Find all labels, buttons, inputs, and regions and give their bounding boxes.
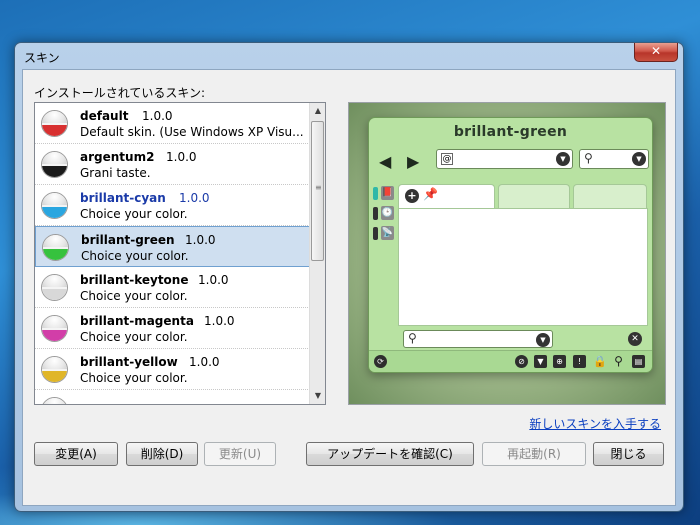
preview-title: brillant-green: [453, 124, 568, 140]
book-icon: 📕: [381, 186, 394, 200]
skin-orb-icon: [42, 234, 69, 261]
skin-orb-icon: [41, 397, 68, 404]
skin-version: 1.0.0: [166, 150, 197, 164]
search-icon: ⚲: [584, 151, 593, 165]
skin-version: 1.0.0: [189, 355, 220, 369]
preview-tab-active: + 📌: [398, 184, 495, 208]
preview-content-area: [398, 208, 648, 326]
refresh-icon: ⟳: [374, 355, 387, 368]
skin-list-item[interactable]: argentum2 1.0.0 Grani taste.: [35, 144, 310, 185]
skin-list-item[interactable]: brillant-yellow 1.0.0 Choice your color.: [35, 349, 310, 390]
preview-find-box: ⚲ ▼: [403, 330, 553, 348]
skin-list-item[interactable]: brillant-keytone 1.0.0 Choice your color…: [35, 267, 310, 308]
zoom-icon: ⚲: [614, 354, 623, 368]
lock-icon: 🔒: [593, 355, 607, 368]
skin-description: Choice your color.: [80, 289, 188, 303]
skin-preview: brillant-green ◀ ▶ @ ▼ ⚲ ▼ 📕 🕒 📡 + 📌 ⚲ ▼…: [348, 102, 666, 405]
skin-orb-icon: [41, 356, 68, 383]
skin-orb-icon: [41, 274, 68, 301]
skin-name: default: [80, 109, 129, 123]
preview-address-box: @ ▼: [436, 149, 573, 169]
side-feeds: 📡: [373, 226, 395, 241]
skin-orb-icon: [41, 192, 68, 219]
plus-icon: +: [405, 189, 419, 203]
skin-list-item[interactable]: default 1.0.0 Default skin. (Use Windows…: [35, 103, 310, 144]
skin-list[interactable]: default 1.0.0 Default skin. (Use Windows…: [34, 102, 326, 405]
side-history: 🕒: [373, 206, 395, 221]
forward-arrow-icon: ▶: [407, 152, 420, 171]
skin-description: Choice your color.: [80, 371, 188, 385]
skin-version: 1.0.0: [185, 233, 216, 247]
shield-plus-icon: ⊕: [553, 355, 566, 368]
skin-version: 1.0.0: [142, 109, 173, 123]
dropdown-icon: ▼: [556, 152, 570, 166]
skin-name: brillant-yellow: [80, 355, 178, 369]
skin-name: brillant-magenta: [80, 314, 194, 328]
skin-version: 1.0.0: [198, 273, 229, 287]
scroll-down-arrow-icon[interactable]: ▼: [310, 388, 325, 404]
close-button[interactable]: ✕: [634, 43, 678, 62]
skin-description: Default skin. (Use Windows XP Visu...: [80, 125, 304, 139]
side-bookmark: 📕: [373, 186, 395, 201]
skin-version: 1.0.0: [204, 314, 235, 328]
dropdown-icon: ▼: [536, 333, 550, 347]
dropdown-icon: ▼: [632, 152, 646, 166]
skin-orb-icon: [41, 315, 68, 342]
dialog-client-area: インストールされているスキン: default 1.0.0 Default sk…: [22, 69, 676, 506]
preview-status-bar: ⟳ ⊘ ▼ ⊕ ! 🔒 ⚲ ▤: [369, 350, 652, 372]
skin-list-item[interactable]: brillant-magenta 1.0.0 Choice your color…: [35, 308, 310, 349]
skin-orb-icon: [41, 110, 68, 137]
block-icon: ⊘: [515, 355, 528, 368]
skin-description: Choice your color.: [80, 330, 188, 344]
delete-button[interactable]: 削除(D): [126, 442, 198, 466]
skin-version: 1.0.0: [179, 191, 210, 205]
vertical-scrollbar[interactable]: ▲ ≡ ▼: [309, 103, 325, 404]
skin-name: brillant-keytone: [80, 273, 189, 287]
preview-tab: [573, 184, 647, 208]
scroll-up-arrow-icon[interactable]: ▲: [310, 103, 325, 119]
get-new-skins-link[interactable]: 新しいスキンを入手する: [529, 415, 661, 432]
preview-search-box: ⚲ ▼: [579, 149, 649, 169]
restart-button[interactable]: 再起動(R): [482, 442, 586, 466]
change-button[interactable]: 変更(A): [34, 442, 118, 466]
check-updates-button[interactable]: アップデートを確認(C): [306, 442, 474, 466]
skin-orb-icon: [41, 151, 68, 178]
window-title: スキン: [24, 51, 60, 65]
close-icon: ✕: [650, 44, 662, 58]
feed-list-icon: ▤: [632, 355, 645, 368]
pin-icon: 📌: [423, 187, 438, 201]
skin-description: Grani taste.: [80, 166, 151, 180]
back-arrow-icon: ◀: [379, 152, 392, 171]
preview-tab: [498, 184, 570, 208]
clear-icon: ✕: [628, 332, 642, 346]
skin-name: brillant-green: [81, 233, 175, 247]
scroll-thumb[interactable]: ≡: [311, 121, 324, 261]
title-bar[interactable]: スキン ✕: [15, 43, 683, 69]
skins-dialog: スキン ✕ インストールされているスキン: default 1.0.0 Defa…: [14, 42, 684, 512]
shield-alert-icon: !: [573, 355, 586, 368]
scroll-grip-icon: ≡: [315, 183, 322, 192]
rss-icon: 📡: [381, 226, 394, 240]
search-icon: ⚲: [408, 331, 417, 345]
installed-skins-label: インストールされているスキン:: [34, 86, 206, 100]
skin-name: argentum2: [80, 150, 155, 164]
skin-name: brillant-cyan: [80, 191, 166, 205]
skin-list-item[interactable]: brillant-cyan 1.0.0 Choice your color.: [35, 185, 310, 226]
preview-widget: brillant-green ◀ ▶ @ ▼ ⚲ ▼ 📕 🕒 📡 + 📌 ⚲ ▼…: [368, 117, 653, 373]
skin-list-item-partial[interactable]: [35, 390, 310, 404]
skin-list-item-selected[interactable]: brillant-green 1.0.0 Choice your color.: [35, 226, 310, 267]
shield-down-icon: ▼: [534, 355, 547, 368]
skin-description: Choice your color.: [81, 249, 189, 263]
update-button[interactable]: 更新(U): [204, 442, 276, 466]
close-dialog-button[interactable]: 閉じる: [593, 442, 664, 466]
skin-description: Choice your color.: [80, 207, 188, 221]
preview-tab-strip: + 📌: [398, 184, 648, 208]
clock-icon: 🕒: [381, 206, 394, 220]
at-sign-icon: @: [441, 153, 453, 165]
